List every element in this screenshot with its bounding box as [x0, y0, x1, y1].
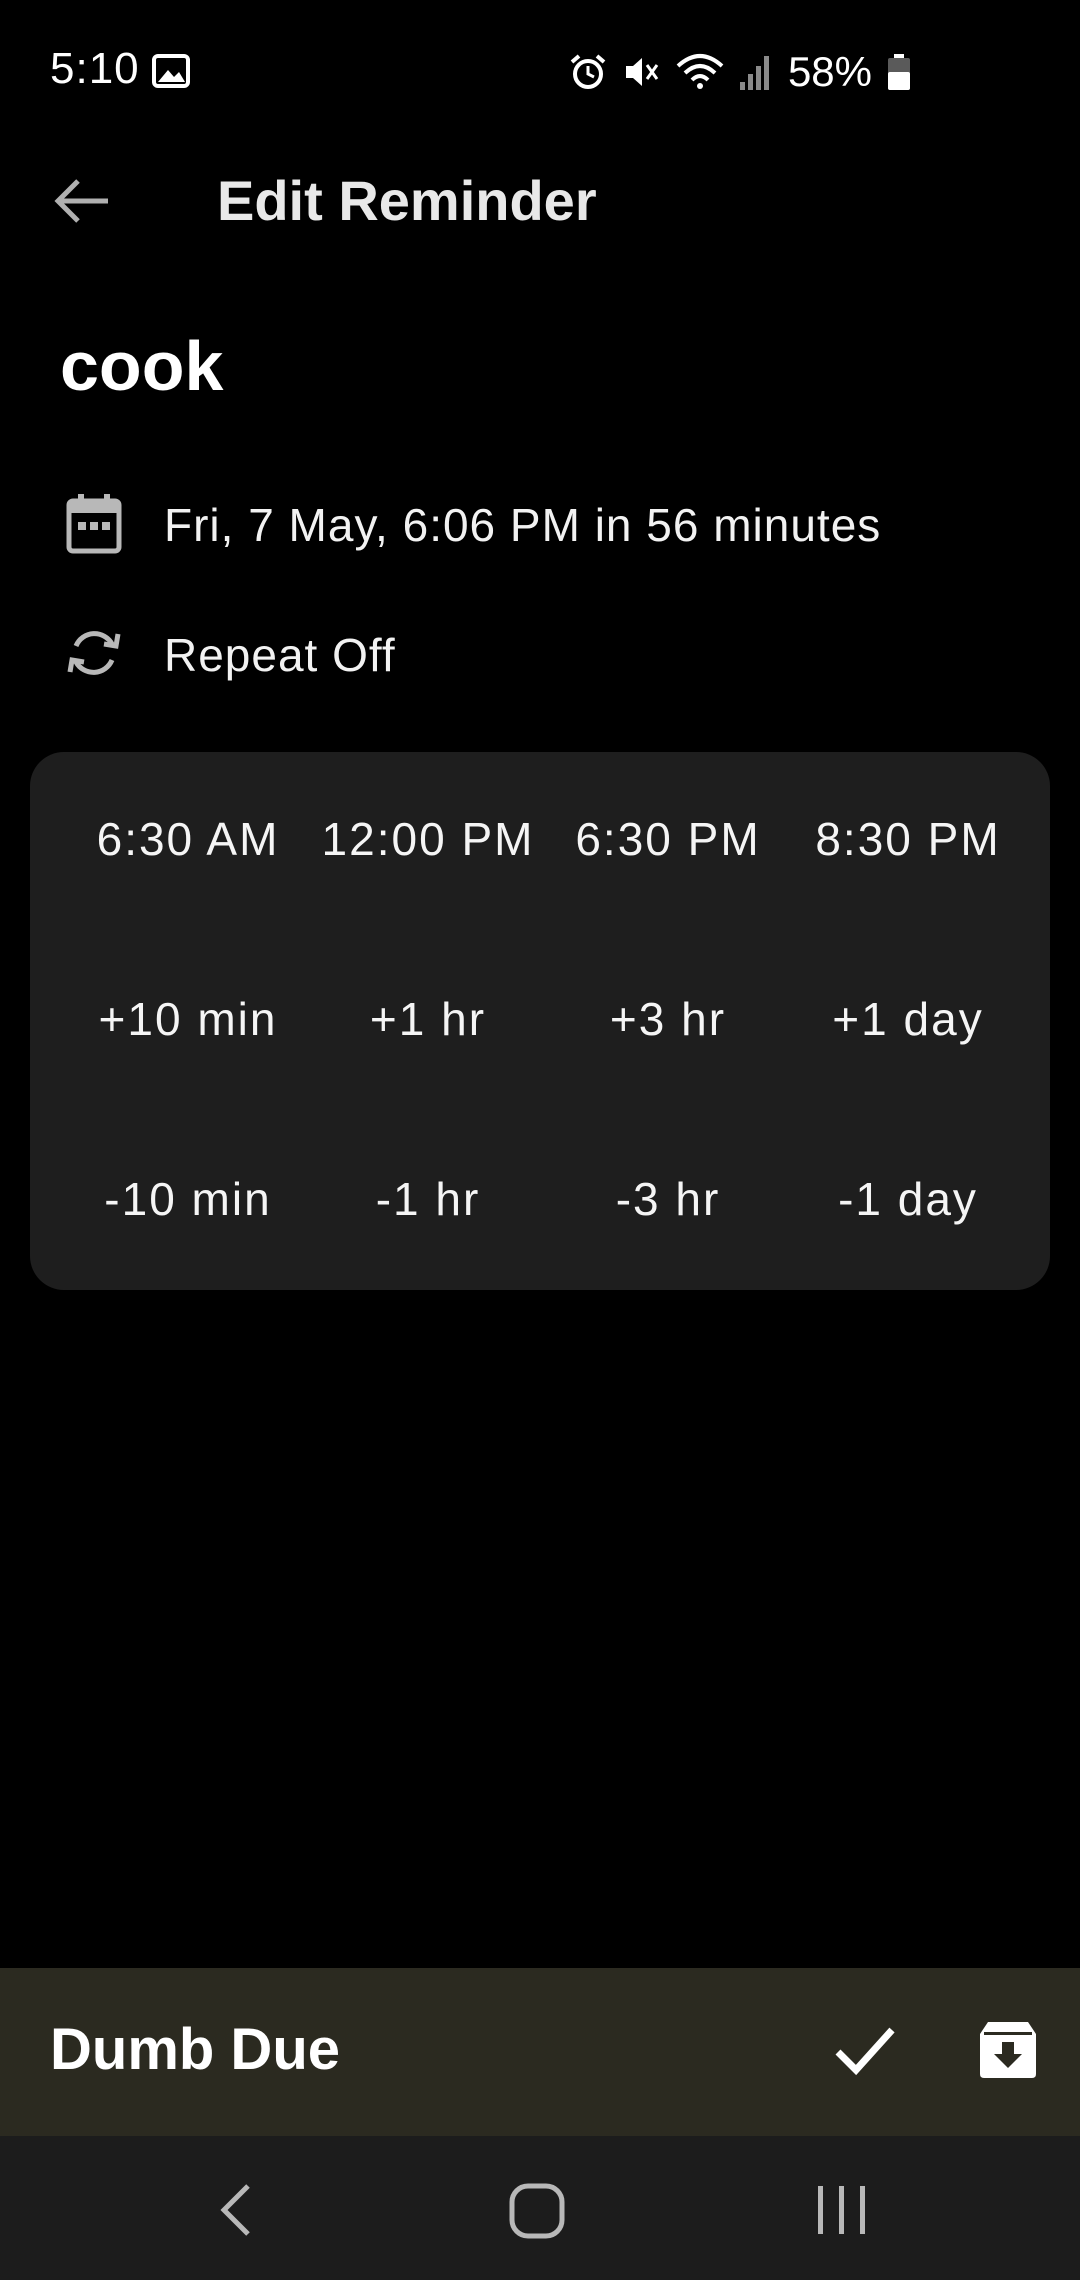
repeat-text: Repeat Off — [164, 629, 396, 681]
add-time-button[interactable]: +10 min — [68, 972, 308, 1152]
alarm-icon — [570, 54, 606, 89]
quick-time-button[interactable]: 12:00 PM — [308, 792, 548, 972]
image-icon — [152, 54, 190, 88]
nav-home-icon[interactable] — [508, 2180, 566, 2240]
quick-time-button[interactable]: 8:30 PM — [788, 792, 1028, 972]
subtract-time-button[interactable]: -1 day — [788, 1152, 1028, 1332]
status-bar: 5:10 58% — [0, 0, 1080, 140]
app-name: Dumb Due — [50, 2017, 340, 2082]
check-icon[interactable] — [832, 2020, 898, 2080]
subtract-time-button[interactable]: -3 hr — [548, 1152, 788, 1332]
system-nav-bar — [0, 2136, 1080, 2280]
battery-icon — [888, 54, 910, 90]
calendar-icon — [66, 494, 122, 554]
add-time-button[interactable]: +1 day — [788, 972, 1028, 1152]
add-time-button[interactable]: +1 hr — [308, 972, 548, 1152]
quick-options-card: 6:30 AM 12:00 PM 6:30 PM 8:30 PM +10 min… — [30, 752, 1050, 1290]
subtract-time-button[interactable]: -10 min — [68, 1152, 308, 1332]
status-time: 5:10 — [50, 44, 140, 93]
quick-time-button[interactable]: 6:30 PM — [548, 792, 788, 972]
bottom-app-bar: Dumb Due — [0, 1968, 1080, 2136]
battery-percent: 58% — [787, 48, 872, 95]
quick-time-button[interactable]: 6:30 AM — [68, 792, 308, 972]
repeat-icon — [67, 631, 121, 675]
repeat-row[interactable]: Repeat Off — [0, 602, 1080, 702]
arrow-left-icon[interactable] — [52, 176, 112, 226]
subtract-time-button[interactable]: -1 hr — [308, 1152, 548, 1332]
add-time-button[interactable]: +3 hr — [548, 972, 788, 1152]
signal-icon — [739, 56, 769, 90]
nav-back-icon[interactable] — [210, 2180, 266, 2240]
mute-icon — [625, 58, 659, 86]
quick-options-grid: 6:30 AM 12:00 PM 6:30 PM 8:30 PM +10 min… — [68, 792, 1028, 1332]
reminder-title[interactable]: cook — [60, 326, 223, 406]
app-bar: Edit Reminder — [0, 140, 1080, 260]
page-title: Edit Reminder — [217, 169, 597, 232]
wifi-icon — [676, 54, 724, 89]
date-time-row[interactable]: Fri, 7 May, 6:06 PM in 56 minutes — [0, 472, 1080, 572]
nav-recents-icon[interactable] — [812, 2182, 872, 2238]
status-icons: 58% — [568, 48, 912, 96]
date-time-text: Fri, 7 May, 6:06 PM in 56 minutes — [164, 499, 882, 551]
archive-icon[interactable] — [978, 2020, 1038, 2080]
